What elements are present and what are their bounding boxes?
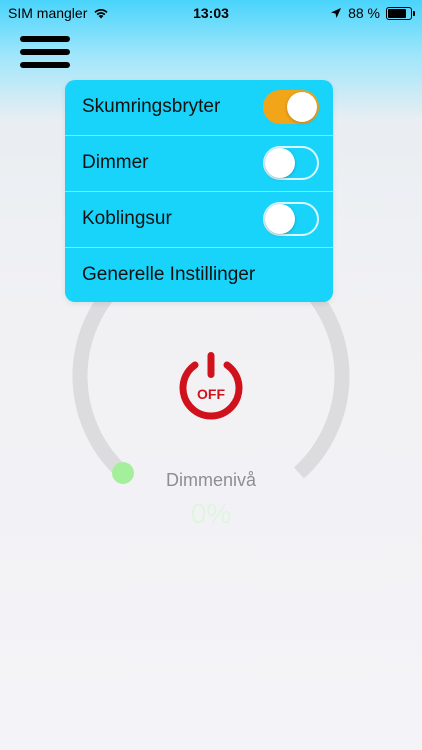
- menu-item-dimmer[interactable]: Dimmer: [65, 136, 333, 192]
- dim-level-label: Dimmenivå: [165, 470, 257, 490]
- skumringsbryter-toggle[interactable]: [263, 90, 319, 124]
- battery-percent: 88 %: [348, 5, 380, 21]
- menu-item-skumringsbryter[interactable]: Skumringsbryter: [65, 80, 333, 136]
- koblingsur-toggle[interactable]: [263, 202, 319, 236]
- menu-item-label: Skumringsbryter: [82, 96, 221, 117]
- menu-icon[interactable]: [20, 36, 70, 72]
- dim-level-value: 0%: [190, 498, 232, 529]
- settings-menu: Skumringsbryter Dimmer Koblingsur Genere…: [65, 80, 333, 302]
- menu-item-label: Dimmer: [82, 152, 149, 173]
- status-bar: SIM mangler 13:03 88 %: [0, 0, 422, 26]
- power-button[interactable]: OFF: [173, 348, 249, 424]
- battery-icon: [386, 6, 415, 20]
- location-arrow-icon: [331, 8, 342, 18]
- menu-item-koblingsur[interactable]: Koblingsur: [65, 192, 333, 248]
- menu-item-label: Generelle Instillinger: [82, 264, 256, 285]
- menu-item-generelle-instillinger[interactable]: Generelle Instillinger: [65, 248, 333, 303]
- screen: SIM mangler 13:03 88 % OFF Dimmenivå 0% …: [0, 0, 422, 750]
- dimmer-toggle[interactable]: [263, 146, 319, 180]
- power-off-text: OFF: [197, 386, 225, 402]
- menu-item-label: Koblingsur: [82, 208, 172, 229]
